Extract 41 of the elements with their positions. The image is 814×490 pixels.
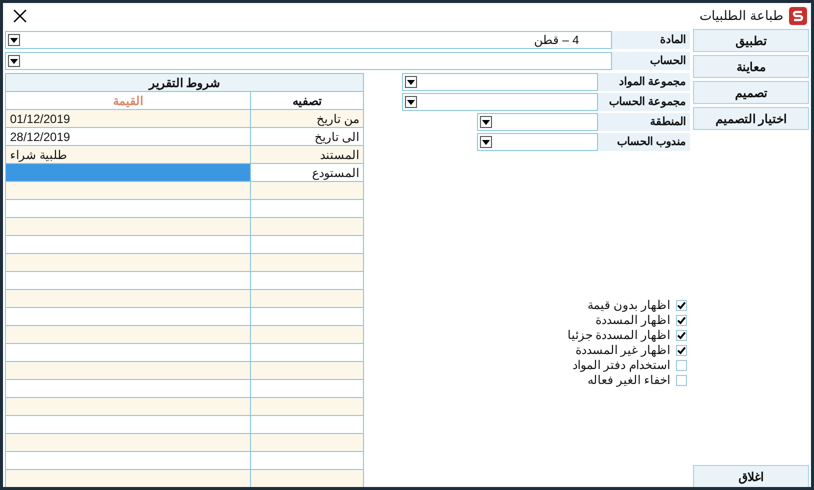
field-label: مجموعة المواد [598, 73, 690, 91]
checkbox[interactable] [676, 344, 687, 356]
dropdown-field[interactable]: 4 – قطن [5, 31, 612, 49]
action-button[interactable]: تصميم [693, 81, 809, 104]
column-header: تصفيه [250, 92, 363, 109]
app-logo-icon [789, 6, 807, 24]
checkbox-label: اظهار غير المسددة [575, 342, 670, 359]
table-cell: من تاريخ [250, 110, 363, 127]
column-header: القيمة [112, 92, 144, 109]
field-label: الحساب [612, 52, 690, 70]
dropdown-field[interactable] [402, 73, 598, 91]
checkbox-label: اظهار المسددة جزئيا [567, 327, 670, 344]
close-icon[interactable] [13, 8, 27, 22]
checkbox-label: استخدام دفتر المواد [572, 357, 670, 374]
checkbox-label: اظهار بدون قيمة [587, 297, 670, 314]
field-value: 4 – قطن [534, 32, 580, 49]
table-cell[interactable]: 28/12/2019 [6, 128, 250, 145]
table-cell: المستند [250, 146, 363, 163]
field-label: مجموعة الحساب [598, 93, 690, 111]
checkbox[interactable] [676, 330, 687, 340]
table-title: شروط التقرير [6, 74, 363, 92]
table-cell[interactable]: طلبية شراء [6, 146, 250, 163]
table-cell: الى تاريخ [250, 128, 363, 145]
field-label: مندوب الحساب [598, 133, 690, 151]
table-cell[interactable]: 01/12/2019 [6, 110, 250, 127]
action-button[interactable]: اختيار التصميم [693, 107, 809, 130]
dropdown-field[interactable] [5, 52, 612, 70]
checkbox-label: اخفاء الغير فعاله [587, 372, 670, 389]
dropdown-field[interactable] [477, 113, 598, 131]
dropdown-field[interactable] [402, 93, 598, 111]
field-label: المادة [612, 31, 690, 49]
checkbox[interactable] [676, 300, 687, 310]
checkbox-label: اظهار المسددة [596, 312, 670, 329]
action-button[interactable]: تطبيق [693, 29, 809, 52]
dropdown-field[interactable] [477, 133, 598, 151]
checkbox[interactable] [676, 314, 687, 326]
field-label: المنطقة [598, 113, 690, 131]
action-button[interactable]: معاينة [693, 55, 809, 78]
table-cell[interactable] [6, 164, 250, 181]
window-title: طباعة الطلبيات [699, 6, 783, 25]
close-button[interactable]: اغلاق [693, 465, 809, 487]
